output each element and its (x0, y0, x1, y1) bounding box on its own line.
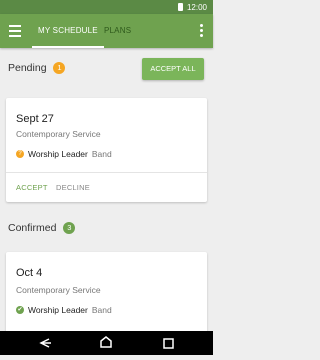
card-role: ✔ Worship Leader Band (16, 305, 112, 315)
card-role: ? Worship Leader Band (16, 149, 112, 159)
card-role-label: Worship Leader (28, 305, 88, 315)
tab-plans[interactable]: PLANS (104, 14, 131, 48)
confirmed-count-badge: 3 (63, 222, 76, 235)
accept-all-button[interactable]: ACCEPT ALL (142, 58, 204, 80)
pending-status-icon: ? (16, 150, 24, 158)
confirmed-label: Confirmed (8, 222, 57, 234)
card-date: Oct 4 (16, 267, 43, 279)
app-bar: MY SCHEDULE PLANS (0, 14, 213, 48)
card-date: Sept 27 (16, 113, 54, 125)
confirmed-schedule-card[interactable]: Oct 4 Contemporary Service ✔ Worship Lea… (6, 252, 207, 342)
card-divider (6, 172, 207, 173)
tab-plans-label: PLANS (104, 26, 132, 35)
card-role-label: Worship Leader (28, 149, 88, 159)
card-service: Contemporary Service (16, 129, 101, 139)
card-team-label: Band (91, 149, 112, 159)
home-icon[interactable] (98, 331, 114, 355)
accept-button[interactable]: ACCEPT (16, 183, 48, 192)
back-icon[interactable] (34, 331, 54, 355)
pending-header: Pending 1 (8, 62, 66, 75)
status-bar: 12:00 (0, 0, 213, 14)
active-tab-indicator (32, 46, 104, 48)
tab-my-schedule-label: MY SCHEDULE (38, 26, 98, 35)
tab-my-schedule[interactable]: MY SCHEDULE (32, 14, 104, 48)
decline-button[interactable]: DECLINE (56, 183, 90, 192)
confirmed-status-icon: ✔ (16, 306, 24, 314)
hamburger-menu-icon[interactable] (9, 25, 21, 37)
pending-count-badge: 1 (53, 62, 66, 75)
card-team-label: Band (91, 305, 112, 315)
pending-schedule-card[interactable]: Sept 27 Contemporary Service ? Worship L… (6, 98, 207, 202)
confirmed-header: Confirmed 3 (8, 222, 76, 235)
card-service: Contemporary Service (16, 285, 101, 295)
status-time: 12:00 (186, 2, 207, 12)
overflow-menu-icon[interactable] (200, 24, 203, 39)
recents-icon[interactable] (160, 331, 176, 355)
system-nav-bar (0, 331, 213, 355)
pending-label: Pending (8, 62, 47, 74)
battery-icon (177, 3, 183, 11)
